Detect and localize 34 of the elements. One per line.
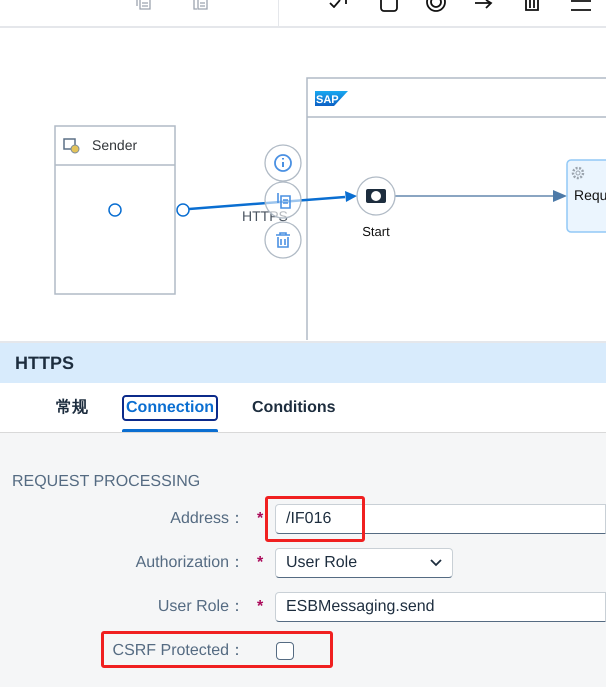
field-label: Authorization： (134, 553, 245, 573)
tab[interactable]: Connection (122, 394, 218, 420)
monitor-icon (63, 138, 80, 154)
port-circle[interactable] (108, 203, 122, 217)
tab[interactable]: 常规 (50, 394, 94, 420)
logo: SAP (315, 91, 348, 106)
start-event[interactable] (356, 176, 396, 216)
required-mark: * (256, 597, 264, 617)
field-label: CSRF Protected： (112, 641, 245, 661)
field-label: User Role： (156, 597, 245, 617)
sender-label: Sender (92, 137, 138, 153)
required-mark: * (256, 509, 264, 529)
chevron-down-icon (430, 559, 442, 567)
arrow-icon[interactable] (474, 0, 494, 9)
delete-icon[interactable] (524, 0, 540, 11)
target-icon[interactable] (425, 0, 447, 13)
arrow-head (553, 190, 567, 202)
connection-arrow[interactable] (188, 191, 357, 210)
port-circle[interactable] (176, 203, 190, 217)
required-mark: * (256, 553, 264, 573)
start-label: Start (362, 224, 390, 239)
section-title: REQUEST PROCESSING (12, 472, 200, 492)
panel-title: HTTPS (15, 352, 74, 374)
gear-icon (572, 166, 584, 180)
connection-label: HTTPS (242, 208, 288, 224)
info-icon[interactable] (264, 144, 302, 182)
tab[interactable]: Conditions (246, 394, 342, 420)
step-box[interactable] (566, 159, 606, 233)
field-label: Address： (169, 509, 245, 529)
input-field[interactable]: ESBMessaging.send (275, 592, 606, 622)
checkbox[interactable] (276, 642, 294, 660)
menu-icon[interactable] (570, 0, 592, 12)
input-field[interactable]: /IF016 (275, 504, 606, 534)
select-field[interactable]: User Role (275, 548, 453, 578)
